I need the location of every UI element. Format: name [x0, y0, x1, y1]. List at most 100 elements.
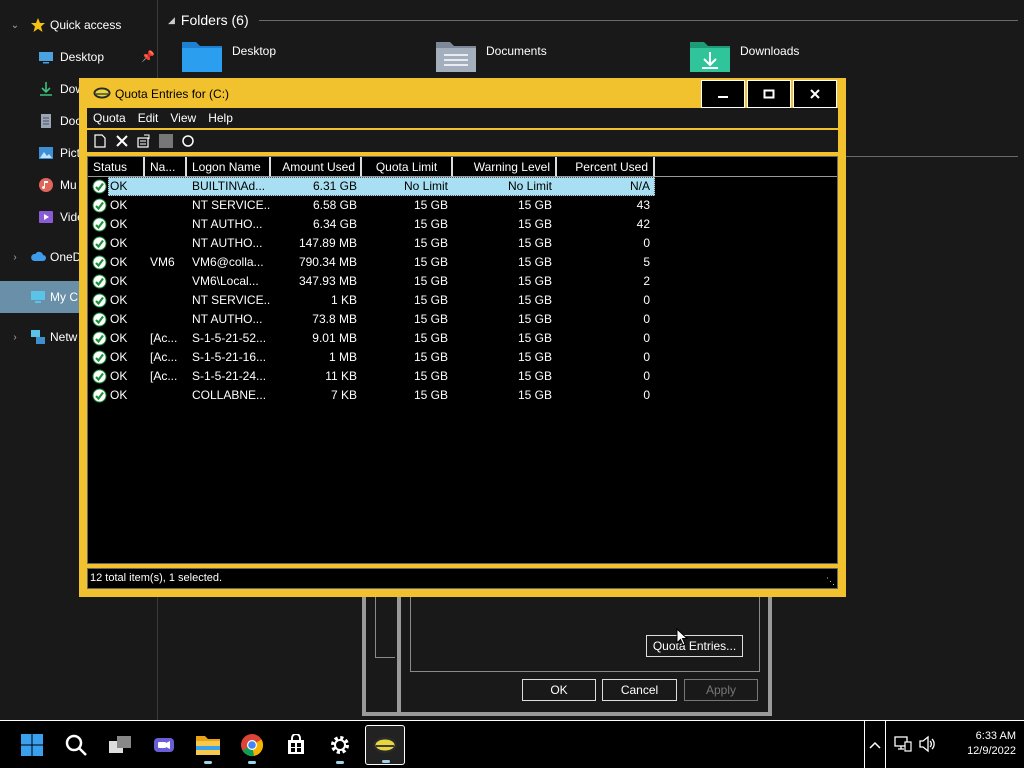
column-logon-name[interactable]: Logon Name	[187, 157, 271, 177]
column-amount-used[interactable]: Amount Used	[271, 157, 362, 177]
status-ok-icon	[92, 312, 107, 327]
close-button[interactable]	[793, 80, 837, 108]
table-row[interactable]: OK VM6 VM6@colla... 790.34 MB 15 GB 15 GB 5	[88, 253, 837, 272]
cell-logon: NT SERVICE...	[192, 198, 271, 212]
quota-entries-list[interactable]: Status Na... Logon Name Amount Used Quot…	[87, 156, 838, 564]
task-view-icon	[109, 736, 131, 753]
table-row[interactable]: OK NT AUTHO... 6.34 GB 15 GB 15 GB 42	[88, 215, 837, 234]
delete-entry-button[interactable]	[111, 131, 133, 151]
column-name[interactable]: Na...	[145, 157, 187, 177]
list-header-fill	[655, 157, 837, 177]
folder-label: Downloads	[740, 44, 800, 58]
quota-app-button[interactable]	[365, 725, 405, 765]
cell-logon: NT AUTHO...	[192, 312, 263, 326]
table-row[interactable]: OK BUILTIN\Ad... 6.31 GB No Limit No Limit N/…	[88, 177, 837, 196]
menu-quota[interactable]: Quota	[87, 108, 132, 128]
nav-label: Desktop	[60, 50, 105, 64]
menu-help[interactable]: Help	[202, 108, 239, 128]
settings-button[interactable]	[320, 725, 360, 765]
file-explorer-button[interactable]	[188, 725, 228, 765]
menu-edit[interactable]: Edit	[132, 108, 165, 128]
pin-icon: 📌	[141, 51, 155, 63]
table-row[interactable]: OK NT AUTHO... 147.89 MB 15 GB 15 GB 0	[88, 234, 837, 253]
table-row[interactable]: OK NT AUTHO... 73.8 MB 15 GB 15 GB 0	[88, 310, 837, 329]
table-row[interactable]: OK [Ac... S-1-5-21-24... 11 KB 15 GB 15 GB 0	[88, 367, 837, 386]
chevron-down-icon[interactable]: ⌄	[8, 20, 22, 31]
download-icon	[40, 82, 52, 96]
volume-icon[interactable]	[918, 735, 938, 753]
new-document-icon	[94, 134, 106, 148]
folder-downloads[interactable]: Downloads	[688, 38, 799, 78]
music-icon	[39, 178, 53, 192]
quota-entries-button[interactable]: Quota Entries...	[646, 635, 743, 657]
menu-view[interactable]: View	[164, 108, 202, 128]
cell-amount: 1 KB	[330, 293, 357, 307]
desktop-folder-icon	[182, 42, 222, 72]
quota-app-icon	[93, 87, 111, 99]
folder-documents[interactable]: Documents	[434, 38, 547, 78]
folder-label: Documents	[486, 44, 547, 58]
column-quota-limit[interactable]: Quota Limit	[362, 157, 453, 177]
meet-button[interactable]	[144, 725, 184, 765]
store-button[interactable]	[276, 725, 316, 765]
table-row[interactable]: OK VM6\Local... 347.93 MB 15 GB 15 GB 2	[88, 272, 837, 291]
table-row[interactable]: OK [Ac... S-1-5-21-52... 9.01 MB 15 GB 15 GB 0	[88, 329, 837, 348]
list-rows: OK BUILTIN\Ad... 6.31 GB No Limit No Limit N/…	[88, 177, 837, 405]
chrome-button[interactable]	[232, 725, 272, 765]
running-indicator	[382, 760, 390, 763]
properties-button[interactable]	[133, 131, 155, 151]
nav-item-desktop[interactable]: Desktop 📌	[0, 41, 158, 73]
find-button[interactable]	[177, 131, 199, 151]
title-bar[interactable]: Quota Entries for (C:)	[79, 78, 846, 108]
cell-warning: 15 GB	[517, 369, 552, 383]
ok-button[interactable]: OK	[522, 679, 596, 701]
cell-warning: 15 GB	[517, 388, 552, 402]
cell-logon: COLLABNE...	[192, 388, 267, 402]
cell-amount: 6.58 GB	[312, 198, 357, 212]
cell-name	[145, 215, 187, 234]
status-ok-icon	[92, 369, 107, 384]
folder-desktop[interactable]: Desktop	[180, 38, 276, 78]
table-row[interactable]: OK [Ac... S-1-5-21-16... 1 MB 15 GB 15 GB 0	[88, 348, 837, 367]
table-row[interactable]: OK COLLABNE... 7 KB 15 GB 15 GB 0	[88, 386, 837, 405]
cell-percent: 0	[643, 388, 650, 402]
status-text: OK	[110, 388, 128, 402]
cell-status: OK	[88, 234, 145, 253]
cell-status: OK	[88, 329, 145, 348]
meet-icon	[154, 738, 174, 752]
nav-label: My C	[50, 290, 78, 304]
nav-label: Mu	[60, 178, 77, 192]
quota-app-icon	[373, 737, 397, 753]
table-row[interactable]: OK NT SERVICE... 6.58 GB 15 GB 15 GB 43	[88, 196, 837, 215]
column-warning-level[interactable]: Warning Level	[453, 157, 557, 177]
cell-name: VM6	[150, 255, 175, 269]
task-view-button[interactable]	[100, 725, 140, 765]
cell-status: OK	[88, 215, 145, 234]
status-text: OK	[110, 312, 128, 326]
folders-group-header[interactable]: ◢ Folders (6)	[168, 10, 1018, 30]
column-percent-used[interactable]: Percent Used	[557, 157, 655, 177]
search-button[interactable]	[56, 725, 96, 765]
network-status-icon[interactable]	[894, 735, 912, 753]
clock[interactable]: 6:33 AM 12/9/2022	[940, 729, 1016, 759]
collapse-triangle-icon[interactable]: ◢	[168, 15, 175, 26]
status-text: OK	[110, 217, 128, 231]
undo-button[interactable]	[155, 131, 177, 151]
find-icon	[182, 135, 194, 147]
chevron-right-icon[interactable]: ›	[8, 252, 22, 263]
cancel-button[interactable]: Cancel	[602, 679, 677, 701]
apply-button[interactable]: Apply	[684, 679, 758, 701]
show-hidden-icons-button[interactable]	[864, 721, 886, 768]
list-header: Status Na... Logon Name Amount Used Quot…	[88, 157, 655, 177]
start-button[interactable]	[12, 725, 52, 765]
minimize-button[interactable]	[701, 80, 745, 108]
resize-grip-icon[interactable]: ⋱	[826, 576, 835, 587]
cell-limit: 15 GB	[413, 388, 448, 402]
new-entry-button[interactable]	[89, 131, 111, 151]
maximize-button[interactable]	[747, 80, 791, 108]
nav-quick-access[interactable]: ⌄ Quick access	[0, 9, 158, 41]
chevron-right-icon[interactable]: ›	[8, 332, 22, 343]
column-status[interactable]: Status	[88, 157, 145, 177]
table-row[interactable]: OK NT SERVICE... 1 KB 15 GB 15 GB 0	[88, 291, 837, 310]
taskbar: 6:33 AM 12/9/2022	[0, 720, 1024, 768]
